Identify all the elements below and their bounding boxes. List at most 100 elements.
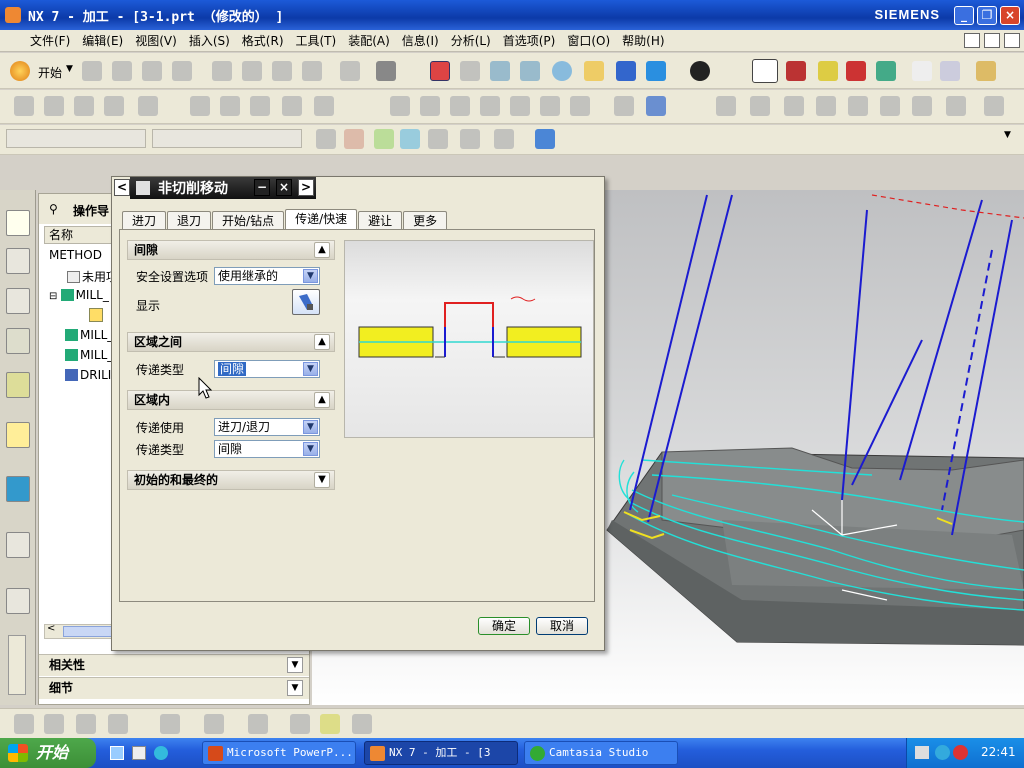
quicklaunch-app-icon[interactable] — [132, 746, 146, 760]
quicklaunch-browser-icon[interactable] — [154, 746, 168, 760]
filter-icon[interactable] — [940, 61, 960, 81]
details-expand-icon[interactable]: ▼ — [287, 680, 303, 696]
copy-icon[interactable] — [242, 61, 262, 81]
restore-button[interactable]: ❐ — [977, 6, 997, 25]
menu-analysis[interactable]: 分析(L) — [445, 32, 497, 49]
selection-icon[interactable] — [376, 61, 396, 81]
tab-engage[interactable]: 进刀 — [122, 211, 167, 230]
tool-path-icon-5[interactable] — [510, 96, 530, 116]
edit-icon-6[interactable] — [352, 714, 372, 734]
delete-object-icon[interactable] — [984, 96, 1004, 116]
measure-icon[interactable] — [876, 61, 896, 81]
3d-view-icon[interactable] — [535, 129, 555, 149]
tree-row-method[interactable]: METHOD — [49, 248, 102, 262]
perspective-icon[interactable] — [616, 61, 636, 81]
fit-icon[interactable] — [430, 61, 450, 81]
network-icon[interactable] — [935, 745, 950, 760]
edit-icon-4[interactable] — [290, 714, 310, 734]
menu-information[interactable]: 信息(I) — [396, 32, 445, 49]
display-object-icon[interactable] — [912, 96, 932, 116]
save-icon[interactable] — [142, 61, 162, 81]
start-dropdown-icon[interactable]: ▼ — [66, 64, 73, 74]
web-browser-icon[interactable] — [6, 476, 30, 502]
toolbar-overflow-icon[interactable]: ▼ — [1004, 130, 1011, 140]
doc-restore-button[interactable] — [984, 33, 1000, 48]
zoom-window-icon[interactable] — [490, 61, 510, 81]
menu-view[interactable]: 视图(V) — [129, 32, 183, 49]
tool-path-icon-4[interactable] — [480, 96, 500, 116]
constraint-nav-icon[interactable] — [6, 248, 30, 274]
snap-point-icon[interactable] — [344, 129, 364, 149]
task-powerpoint[interactable]: Microsoft PowerP... — [202, 741, 356, 765]
curve-icon-2[interactable] — [44, 714, 64, 734]
zoom-icon[interactable] — [460, 61, 480, 81]
tree-row-mill-3[interactable]: MILL_ — [65, 348, 113, 362]
create-operation-icon[interactable] — [138, 96, 158, 116]
tab-avoidance[interactable]: 避让 — [358, 211, 403, 230]
rename-object-icon[interactable] — [848, 96, 868, 116]
menu-insert[interactable]: 插入(S) — [183, 32, 236, 49]
tool-path-icon-2[interactable] — [420, 96, 440, 116]
curve-icon-1[interactable] — [14, 714, 34, 734]
intent-icon[interactable] — [374, 129, 394, 149]
dialog-collapse-button[interactable]: − — [254, 179, 270, 196]
cancel-button[interactable]: 取消 — [536, 617, 588, 635]
doc-close-button[interactable] — [1004, 33, 1020, 48]
ok-button[interactable]: 确定 — [478, 617, 530, 635]
edit-icon-3[interactable] — [248, 714, 268, 734]
start-icon[interactable] — [10, 61, 30, 81]
display-flashlight-button[interactable] — [292, 289, 320, 315]
curve-icon-3[interactable] — [76, 714, 96, 734]
reuse-library-icon[interactable] — [6, 372, 30, 398]
undo-icon[interactable] — [340, 61, 360, 81]
collapse-chevron-icon[interactable]: ▲ — [314, 392, 330, 408]
generate-path-icon[interactable] — [190, 96, 210, 116]
operation-nav-icon[interactable] — [6, 328, 30, 354]
resource-scroll[interactable] — [8, 635, 26, 695]
rotate-icon[interactable] — [552, 61, 572, 81]
collapse-chevron-icon[interactable]: ▲ — [314, 334, 330, 350]
delete-icon[interactable] — [302, 61, 322, 81]
pan-icon[interactable] — [584, 61, 604, 81]
doc-minimize-button[interactable] — [964, 33, 980, 48]
csys-icon[interactable] — [786, 61, 806, 81]
menu-format[interactable]: 格式(R) — [236, 32, 290, 49]
create-method-icon[interactable] — [104, 96, 124, 116]
back-arrow-icon[interactable]: < — [114, 179, 130, 196]
keyboard-icon[interactable] — [915, 746, 929, 759]
shaded-icon[interactable] — [646, 61, 666, 81]
feature-rule-icon[interactable] — [494, 129, 514, 149]
wcs-icon[interactable] — [752, 59, 778, 83]
tab-retract[interactable]: 退刀 — [167, 211, 212, 230]
quicklaunch-desktop-icon[interactable] — [110, 746, 124, 760]
clock[interactable]: 22:41 — [981, 738, 1016, 767]
dropdown-arrow-icon[interactable]: ▼ — [303, 442, 318, 456]
create-tool-icon[interactable] — [44, 96, 64, 116]
dropdown-arrow-icon[interactable]: ▼ — [303, 269, 318, 283]
postprocess-icon[interactable] — [614, 96, 634, 116]
start-button[interactable]: 开始 — [0, 738, 96, 768]
initial-final-section-header[interactable]: 初始的和最终的 ▼ — [127, 470, 335, 490]
tree-row-child-icon[interactable] — [89, 308, 103, 322]
list-path-icon[interactable] — [250, 96, 270, 116]
save-as-icon[interactable] — [172, 61, 192, 81]
snap-icon[interactable] — [818, 61, 838, 81]
edit-icon-2[interactable] — [204, 714, 224, 734]
transfer-using-select[interactable]: 进刀/退刀 ▼ — [214, 418, 320, 436]
between-regions-section-header[interactable]: 区域之间 ▲ — [127, 332, 335, 352]
security-icon[interactable] — [953, 745, 968, 760]
menu-tools[interactable]: 工具(T) — [290, 32, 343, 49]
magnify-icon[interactable] — [520, 61, 540, 81]
cut-object-icon[interactable] — [750, 96, 770, 116]
tool-path-icon-3[interactable] — [450, 96, 470, 116]
create-program-icon[interactable] — [14, 96, 34, 116]
close-button[interactable]: × — [1000, 6, 1020, 25]
part-nav-icon[interactable] — [6, 288, 30, 314]
safe-settings-select[interactable]: 使用继承的 ▼ — [214, 267, 320, 285]
body-rule-icon[interactable] — [460, 129, 480, 149]
shop-doc-icon[interactable] — [646, 96, 666, 116]
tab-more[interactable]: 更多 — [403, 211, 448, 230]
menu-window[interactable]: 窗口(O) — [561, 32, 616, 49]
copy-object-icon[interactable] — [784, 96, 804, 116]
menu-assemblies[interactable]: 装配(A) — [342, 32, 396, 49]
